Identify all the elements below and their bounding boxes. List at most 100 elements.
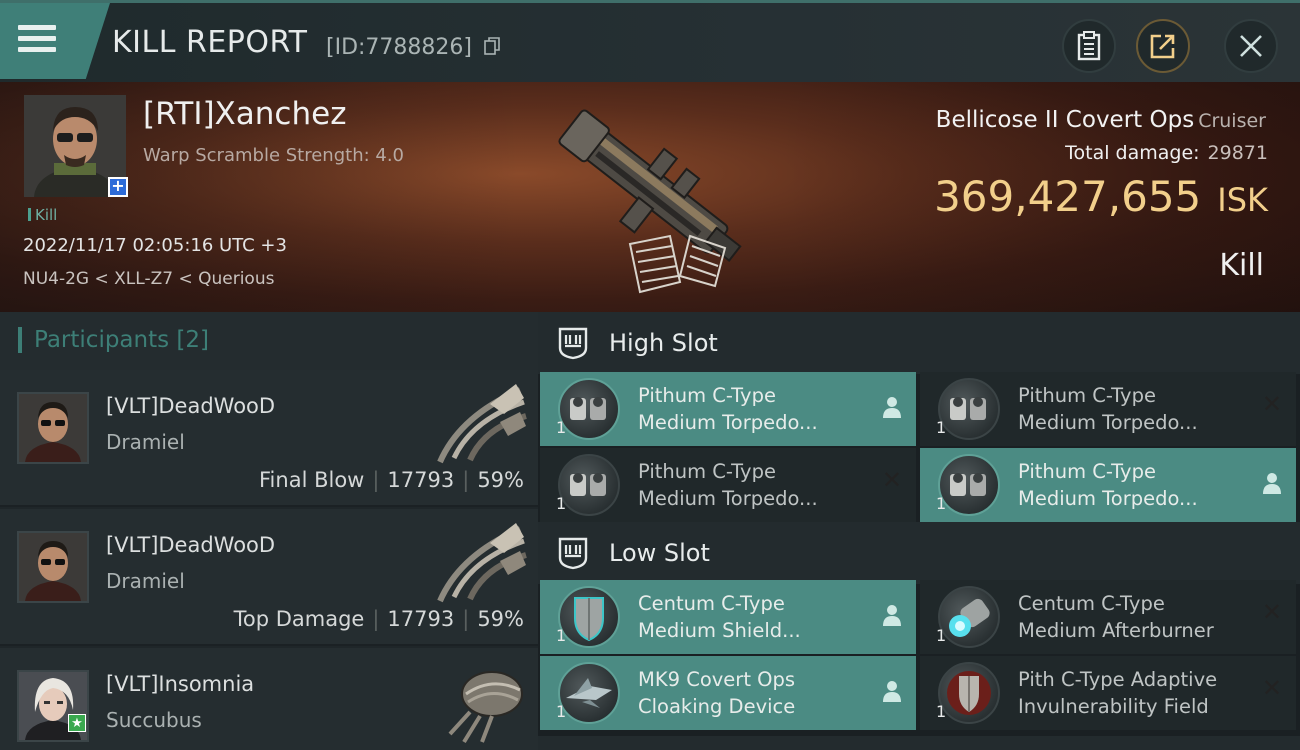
kill-timestamp: 2022/11/17 02:05:16 UTC +3 <box>23 235 287 256</box>
kill-report-screen: KILL REPORT [ID:7788826] + [RTI]Xanchez … <box>0 0 1300 750</box>
module-item[interactable]: 1 Centum C-Type Medium Afterburner ✕ <box>920 580 1296 654</box>
header-bar: KILL REPORT [ID:7788826] <box>0 0 1300 82</box>
close-button[interactable] <box>1224 19 1278 73</box>
module-name-line1: Pithum C-Type <box>1018 460 1156 483</box>
share-button[interactable] <box>1136 19 1190 73</box>
torpedo-launcher-icon <box>558 454 620 516</box>
victim-ship-image[interactable] <box>520 86 770 306</box>
module-name-line1: Centum C-Type <box>1018 592 1165 615</box>
module-name: Pithum C-Type Medium Torpedo... <box>638 458 818 512</box>
participant-row[interactable]: [VLT]DeadWooD Dramiel Top Damage | 17793 | 5… <box>0 509 538 646</box>
module-item[interactable]: 1 MK9 Covert Ops Cloaking Device <box>540 656 916 730</box>
module-item[interactable]: 1 Pithum C-Type Medium Torpedo... ✕ <box>920 372 1296 446</box>
ship-class: Cruiser <box>1198 110 1266 132</box>
participant-ship-image[interactable] <box>420 515 530 607</box>
module-name-line2: Medium Afterburner <box>1018 619 1214 642</box>
module-item[interactable]: 1 Centum C-Type Medium Shield... <box>540 580 916 654</box>
module-name: Pithum C-Type Medium Torpedo... <box>638 382 818 436</box>
participant-row[interactable]: [VLT]Insomnia Succubus <box>0 648 538 750</box>
module-name: MK9 Covert Ops Cloaking Device <box>638 666 795 720</box>
module-quantity: 1 <box>556 626 567 645</box>
participant-damage: 17793 <box>387 468 455 492</box>
participant-ship: Dramiel <box>106 430 185 454</box>
victim-name[interactable]: [RTI]Xanchez <box>143 96 346 132</box>
copy-icon[interactable] <box>484 37 500 55</box>
destroyed-x-icon: ✕ <box>881 466 902 494</box>
menu-button[interactable] <box>0 3 110 79</box>
report-id: [ID:7788826] <box>326 35 472 60</box>
participant-role: Final Blow <box>259 468 365 492</box>
module-name-line2: Medium Torpedo... <box>1018 411 1198 434</box>
victim-banner: + [RTI]Xanchez Warp Scramble Strength: 4… <box>0 82 1300 312</box>
module-item[interactable]: 1 Pithum C-Type Medium Torpedo... <box>540 372 916 446</box>
afterburner-icon <box>938 586 1000 648</box>
module-item[interactable]: 1 Pithum C-Type Medium Torpedo... ✕ <box>540 448 916 522</box>
participant-avatar[interactable] <box>17 392 89 464</box>
participant-ship-image[interactable] <box>420 376 530 468</box>
low-slot-label: Low Slot <box>609 539 710 567</box>
participant-name[interactable]: [VLT]Insomnia <box>106 672 254 696</box>
module-quantity: 1 <box>936 494 947 513</box>
dropped-person-icon <box>883 605 901 626</box>
participant-row[interactable]: [VLT]DeadWooD Dramiel Final Blow | 17793 | 5… <box>0 370 538 507</box>
module-quantity: 1 <box>936 702 947 721</box>
corp-badge-icon: + <box>108 177 128 197</box>
torpedo-launcher-icon <box>558 378 620 440</box>
module-name-line1: Pith C-Type Adaptive <box>1018 668 1218 691</box>
participant-name[interactable]: [VLT]DeadWooD <box>106 533 275 557</box>
shield-module-icon <box>558 586 620 648</box>
module-name-line2: Medium Shield... <box>638 619 801 642</box>
module-name: Centum C-Type Medium Shield... <box>638 590 801 644</box>
low-slot-header: Low Slot <box>538 522 1300 584</box>
module-name-line2: Medium Torpedo... <box>638 411 818 434</box>
module-name-line1: MK9 Covert Ops <box>638 668 796 691</box>
high-slot-label: High Slot <box>609 329 718 357</box>
ship-type-name: Bellicose II Covert Ops <box>935 107 1195 133</box>
participants-title: Participants [2] <box>18 327 209 353</box>
participant-percent: 59% <box>477 468 524 492</box>
module-name-line1: Pithum C-Type <box>638 384 776 407</box>
dropped-person-icon <box>883 681 901 702</box>
torpedo-launcher-icon <box>938 378 1000 440</box>
module-name-line1: Pithum C-Type <box>638 460 776 483</box>
module-quantity: 1 <box>556 494 567 513</box>
module-name-line2: Medium Torpedo... <box>638 487 818 510</box>
module-item[interactable]: 1 Pithum C-Type Medium Torpedo... <box>920 448 1296 522</box>
high-slot-icon <box>558 327 588 360</box>
module-name: Pithum C-Type Medium Torpedo... <box>1018 382 1198 436</box>
participant-ship: Dramiel <box>106 569 185 593</box>
destroyed-x-icon: ✕ <box>1261 598 1282 626</box>
victim-ship-name: Bellicose II Covert Ops Cruiser <box>936 107 1266 133</box>
module-item[interactable]: 1 Pith C-Type Adaptive Invulnerability Fi… <box>920 656 1296 730</box>
destroyed-x-icon: ✕ <box>1261 674 1282 702</box>
total-damage-value: 29871 <box>1207 142 1268 164</box>
torpedo-launcher-icon <box>938 454 1000 516</box>
participant-name[interactable]: [VLT]DeadWooD <box>106 394 275 418</box>
isk-unit: ISK <box>1217 181 1268 219</box>
next-slot-header <box>538 736 1300 750</box>
star-badge-icon: ★ <box>68 714 86 732</box>
page-title: KILL REPORT <box>112 25 308 60</box>
participant-damage: 17793 <box>387 607 455 631</box>
destroyed-x-icon: ✕ <box>1261 390 1282 418</box>
kill-location[interactable]: NU4-2G < XLL-Z7 < Querious <box>23 269 274 289</box>
module-quantity: 1 <box>936 626 947 645</box>
module-quantity: 1 <box>556 418 567 437</box>
module-quantity: 1 <box>556 702 567 721</box>
clipboard-button[interactable] <box>1062 19 1116 73</box>
total-damage: Total damage: 29871 <box>1065 142 1268 164</box>
isk-value-row: 369,427,655 ISK <box>934 172 1268 221</box>
hamburger-icon <box>18 25 56 55</box>
close-icon <box>1240 35 1262 57</box>
participant-stats: Top Damage | 17793 | 59% <box>233 607 524 631</box>
participant-ship-image[interactable] <box>420 654 530 746</box>
isk-value: 369,427,655 <box>934 172 1202 221</box>
participant-avatar[interactable] <box>17 531 89 603</box>
module-name-line1: Pithum C-Type <box>1018 384 1156 407</box>
participants-header: Participants [2] <box>0 312 538 370</box>
dropped-person-icon <box>1263 473 1281 494</box>
clipboard-icon <box>1077 31 1101 61</box>
participants-panel: Participants [2] [VLT]DeadWooD Dramiel F… <box>0 312 538 750</box>
invulnerability-field-icon <box>938 662 1000 724</box>
kill-tag: Kill <box>28 206 57 224</box>
